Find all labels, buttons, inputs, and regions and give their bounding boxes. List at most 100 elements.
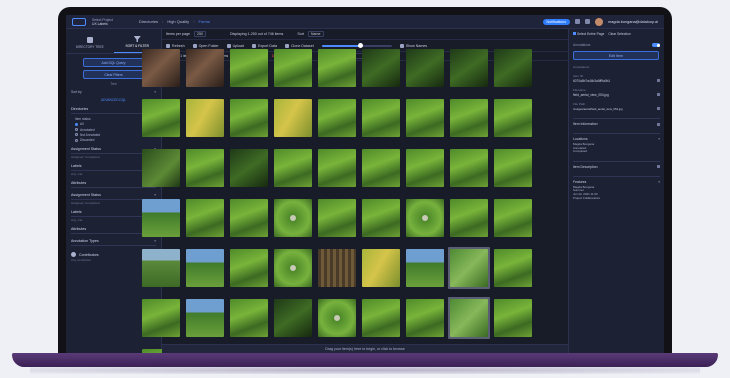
image-thumbnail[interactable] xyxy=(184,147,226,189)
toggle-label: Annotations xyxy=(573,43,591,47)
edit-item-button[interactable]: Edit Item xyxy=(573,51,659,60)
image-thumbnail[interactable] xyxy=(228,247,270,289)
image-thumbnail[interactable] xyxy=(448,247,490,289)
dataloop-logo-icon[interactable] xyxy=(72,17,86,26)
image-thumbnail[interactable] xyxy=(316,147,358,189)
image-thumbnail[interactable] xyxy=(228,47,270,89)
image-thumbnail[interactable] xyxy=(360,247,402,289)
annotations-toggle[interactable] xyxy=(652,43,660,47)
thumbnail-image xyxy=(450,299,488,337)
image-thumbnail[interactable] xyxy=(184,47,226,89)
image-thumbnail[interactable] xyxy=(272,247,314,289)
image-thumbnail[interactable] xyxy=(316,297,358,339)
image-thumbnail[interactable] xyxy=(360,297,402,339)
image-thumbnail[interactable] xyxy=(140,297,182,339)
project-selector[interactable]: Select Project UX Labels xyxy=(92,18,113,26)
filepath-value: /images/aerial/field_aerial_view_054.jpg xyxy=(573,107,660,111)
image-thumbnail[interactable] xyxy=(272,97,314,139)
image-thumbnail[interactable] xyxy=(360,47,402,89)
radio-icon xyxy=(75,138,78,142)
image-thumbnail[interactable] xyxy=(360,197,402,239)
image-thumbnail[interactable] xyxy=(492,297,534,339)
image-thumbnail[interactable] xyxy=(140,147,182,189)
item-information-section[interactable]: Item Information xyxy=(573,118,660,126)
image-thumbnail[interactable] xyxy=(228,297,270,339)
select-entire-page[interactable]: Select Entire Page xyxy=(573,32,604,36)
image-thumbnail[interactable] xyxy=(316,97,358,139)
image-thumbnail[interactable] xyxy=(448,97,490,139)
image-thumbnail[interactable] xyxy=(228,197,270,239)
image-thumbnail[interactable] xyxy=(404,197,446,239)
edit-icon[interactable] xyxy=(657,165,660,169)
upload-dropzone[interactable]: Drag your item(s) here to begin, or clic… xyxy=(162,344,568,353)
avatar[interactable] xyxy=(595,17,604,26)
user-email[interactable]: magda.bongana@dataloop.ai xyxy=(608,20,658,24)
image-thumbnail[interactable] xyxy=(448,297,490,339)
image-thumbnail[interactable] xyxy=(360,97,402,139)
image-thumbnail[interactable] xyxy=(404,297,446,339)
pagination-bar: Items per page 250 Displaying 1-250 out … xyxy=(162,29,568,40)
image-thumbnail[interactable] xyxy=(184,197,226,239)
image-thumbnail[interactable] xyxy=(228,97,270,139)
section-title: Attributes xyxy=(71,227,87,232)
image-thumbnail[interactable] xyxy=(404,247,446,289)
bell-icon[interactable] xyxy=(575,19,581,24)
image-thumbnail[interactable] xyxy=(184,97,226,139)
image-thumbnail[interactable] xyxy=(184,297,226,339)
thumbnail-image xyxy=(318,249,356,287)
section-title: Attributes xyxy=(71,181,87,186)
image-thumbnail[interactable] xyxy=(272,297,314,339)
image-thumbnail[interactable] xyxy=(448,47,490,89)
thumbnail-image xyxy=(494,149,532,187)
item-description-section[interactable]: Item Description xyxy=(573,160,660,169)
image-thumbnail[interactable] xyxy=(272,47,314,89)
image-thumbnail[interactable] xyxy=(492,47,534,89)
locations-section[interactable]: Locations ▾ xyxy=(573,133,660,141)
thumbnail-image xyxy=(362,299,400,337)
filename-value: field_aerial_view_054.jpg xyxy=(573,93,660,97)
breadcrumb-item[interactable]: Directories xyxy=(139,19,158,24)
edit-icon[interactable] xyxy=(657,122,660,126)
image-thumbnail[interactable] xyxy=(404,147,446,189)
image-thumbnail[interactable] xyxy=(404,97,446,139)
features-section[interactable]: Features ▾ xyxy=(573,175,660,184)
directories-label: Directories xyxy=(71,107,89,111)
image-thumbnail[interactable] xyxy=(360,147,402,189)
chevron-down-icon: ▾ xyxy=(658,179,660,184)
image-thumbnail[interactable] xyxy=(140,197,182,239)
image-thumbnail[interactable] xyxy=(492,147,534,189)
image-thumbnail[interactable] xyxy=(140,247,182,289)
breadcrumb-item[interactable]: High Quality xyxy=(167,19,189,24)
image-thumbnail[interactable] xyxy=(140,97,182,139)
sort-select[interactable]: Name xyxy=(307,31,324,37)
image-thumbnail[interactable] xyxy=(492,97,534,139)
notifications-badge[interactable]: Notifications xyxy=(542,18,571,25)
clear-filters-button[interactable]: Clear Filters xyxy=(82,70,145,79)
image-thumbnail[interactable] xyxy=(492,247,534,289)
grid-icon[interactable] xyxy=(585,19,591,24)
image-thumbnail[interactable] xyxy=(272,147,314,189)
image-thumbnail[interactable] xyxy=(448,147,490,189)
copy-icon[interactable] xyxy=(657,107,660,110)
image-thumbnail[interactable] xyxy=(492,197,534,239)
items-per-page-select[interactable]: 250 xyxy=(193,31,206,37)
image-thumbnail[interactable] xyxy=(316,197,358,239)
image-thumbnail[interactable] xyxy=(272,197,314,239)
image-thumbnail[interactable] xyxy=(316,247,358,289)
thumbnail-image xyxy=(142,49,180,87)
clear-selection[interactable]: Clear Selection xyxy=(608,32,630,36)
breadcrumb-item-current[interactable]: Forms xyxy=(199,19,210,24)
image-thumbnail[interactable] xyxy=(140,47,182,89)
image-thumbnail[interactable] xyxy=(404,47,446,89)
thumbnail-image xyxy=(230,149,268,187)
project-value: UX Labels xyxy=(92,21,108,26)
copy-icon[interactable] xyxy=(657,79,660,82)
image-thumbnail[interactable] xyxy=(228,147,270,189)
image-thumbnail[interactable] xyxy=(316,47,358,89)
tab-directory-tree[interactable]: DIRECTORY TREE xyxy=(66,32,114,53)
add-dql-button[interactable]: Add DQL Query xyxy=(82,58,145,67)
image-thumbnail[interactable] xyxy=(184,247,226,289)
image-thumbnail[interactable] xyxy=(448,197,490,239)
breadcrumb: Directories › High Quality › Forms xyxy=(139,19,210,24)
copy-icon[interactable] xyxy=(657,93,660,96)
